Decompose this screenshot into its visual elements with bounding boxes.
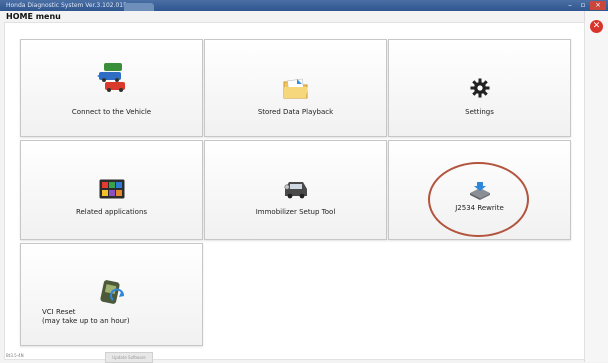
j2534-rewrite-tile[interactable]: J2534 Rewrite <box>388 140 571 240</box>
maximize-button[interactable]: ▫ <box>577 1 589 10</box>
vci-reset-label-line2: (may take up to an hour) <box>42 317 130 325</box>
related-applications-tile[interactable]: Related applications <box>20 140 203 240</box>
rewrite-download-icon <box>469 182 490 200</box>
related-applications-label: Related applications <box>75 208 148 216</box>
right-side-panel: ✕ <box>584 11 608 362</box>
apps-grid-icon <box>99 179 124 199</box>
vci-reset-label-line1: VCI Reset <box>42 308 76 316</box>
stored-data-playback-tile[interactable]: Stored Data Playback <box>204 39 387 137</box>
settings-tile[interactable]: Settings <box>388 39 571 137</box>
update-software-button[interactable]: Update Software <box>105 352 153 363</box>
close-window-button[interactable]: × <box>590 1 606 10</box>
car-key-icon <box>283 182 307 199</box>
page-title: HOME menu <box>6 12 61 21</box>
immobilizer-setup-tool-label: Immobilizer Setup Tool <box>255 208 336 216</box>
folder-icon <box>283 78 308 99</box>
exit-icon[interactable]: ✕ <box>590 20 603 33</box>
immobilizer-setup-tool-tile[interactable]: Immobilizer Setup Tool <box>204 140 387 240</box>
stored-data-playback-label: Stored Data Playback <box>257 108 334 116</box>
title-bar: Honda Diagnostic System Ver.3.102.015 – … <box>0 0 608 11</box>
connect-to-vehicle-tile[interactable]: Connect to the Vehicle <box>20 39 203 137</box>
window-title: Honda Diagnostic System Ver.3.102.015 <box>6 2 127 9</box>
vehicle-connect-icon <box>96 63 125 92</box>
minimize-button[interactable]: – <box>564 1 576 10</box>
vci-reset-icon <box>99 280 124 304</box>
vci-reset-label: VCI Reset (may take up to an hour) <box>42 308 130 326</box>
vci-reset-tile[interactable] <box>20 243 203 346</box>
connect-to-vehicle-label: Connect to the Vehicle <box>71 108 152 116</box>
settings-label: Settings <box>465 108 494 116</box>
status-text: Bt3.5-4N <box>6 353 24 358</box>
gear-icon <box>470 78 489 98</box>
j2534-rewrite-label: J2534 Rewrite <box>455 204 504 212</box>
title-bar-tab <box>124 3 154 11</box>
